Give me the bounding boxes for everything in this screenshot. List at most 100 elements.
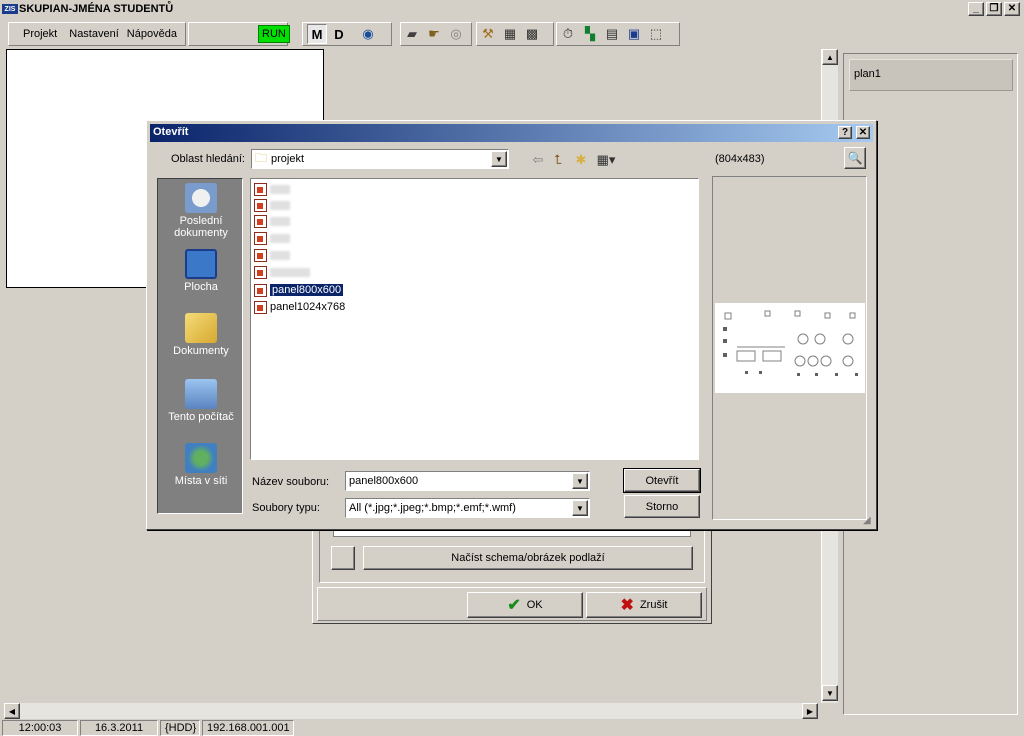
file-name: panel800x600 — [268, 283, 345, 297]
cancel-button-label: Zrušit — [639, 599, 668, 611]
scroll-up-button[interactable]: ▲ — [822, 49, 838, 65]
scroll-left-button[interactable]: ◀ — [4, 703, 20, 719]
file-name: panel1024x768 — [270, 301, 346, 313]
close-window-button[interactable]: ✕ — [1004, 2, 1020, 16]
look-in-label: Oblast hledání: — [171, 153, 245, 165]
place-documents[interactable]: Dokumenty — [158, 313, 244, 357]
storno-button[interactable]: Storno — [624, 495, 700, 518]
file-item-hidden[interactable] — [254, 264, 310, 280]
file-item-selected[interactable]: panel800x600 — [254, 282, 345, 298]
documents-folder-icon — [185, 313, 217, 343]
filename-input[interactable]: panel800x600 ▼ — [345, 471, 590, 491]
image-file-icon — [254, 283, 267, 297]
image-file-icon — [254, 265, 267, 279]
network-icon — [185, 443, 217, 473]
scroll-right-button[interactable]: ▶ — [802, 703, 818, 719]
mode-d-button[interactable]: D — [329, 24, 349, 44]
look-in-value: projekt — [271, 153, 305, 165]
image-file-icon — [254, 198, 267, 212]
view-menu-icon[interactable]: ▦▾ — [596, 150, 616, 170]
image-file-icon — [254, 248, 267, 262]
file-list[interactable]: panel800x600 panel1024x768 — [250, 178, 699, 460]
place-desktop[interactable]: Plocha — [158, 249, 244, 293]
file-item-hidden[interactable] — [254, 230, 290, 246]
x-icon: ✖ — [620, 597, 634, 614]
back-icon[interactable]: ⇦ — [528, 150, 548, 170]
timer-icon[interactable]: ⏱ — [558, 24, 578, 44]
run-group: RUN — [188, 22, 290, 46]
clock-icon — [185, 183, 217, 213]
globe-icon[interactable]: ◉ — [358, 24, 378, 44]
app-title: SKUPIAN-JMÉNA STUDENTŮ — [19, 3, 174, 15]
ok-button[interactable]: ✔ OK — [467, 592, 583, 618]
file-item[interactable]: panel1024x768 — [254, 299, 345, 315]
resize-grip-icon[interactable]: ◢ — [863, 515, 875, 527]
tools-group-1: ▰ ☛ ◎ — [400, 22, 472, 46]
status-bar: 12:00:03 16.3.2011 {HDD} 192.168.001.001 — [0, 720, 1024, 736]
image-file-icon — [254, 214, 267, 228]
chevron-down-icon[interactable]: ▼ — [572, 473, 588, 489]
up-folder-icon[interactable]: ⮤ — [548, 150, 568, 170]
horizontal-scrollbar[interactable]: ◀ ▶ — [4, 703, 818, 719]
document-icon[interactable]: ▤ — [602, 24, 622, 44]
look-in-combo[interactable]: 🗀 projekt ▼ — [251, 149, 509, 169]
chevron-down-icon[interactable]: ▼ — [491, 151, 507, 167]
eraser-icon[interactable]: ▰ — [402, 24, 422, 44]
scroll-down-button[interactable]: ▼ — [822, 685, 838, 701]
bg-color-button[interactable] — [331, 546, 355, 570]
chevron-down-icon[interactable]: ▼ — [572, 500, 588, 516]
file-item-hidden[interactable] — [254, 181, 290, 197]
image-file-icon — [254, 182, 267, 196]
menu-settings[interactable]: Nastavení — [65, 28, 123, 40]
file-item-hidden[interactable] — [254, 247, 290, 263]
chart-icon[interactable]: ▚ — [580, 24, 600, 44]
places-bar: Poslední dokumenty Plocha Dokumenty Tent… — [157, 178, 243, 514]
load-floor-plan-button[interactable]: Načíst schema/obrázek podlaží — [363, 546, 693, 570]
open-file-dialog: Otevřít ? ✕ Oblast hledání: 🗀 projekt ▼ … — [146, 120, 877, 530]
preview-thumbnail — [715, 303, 865, 393]
mode-m-button[interactable]: M — [307, 24, 327, 44]
place-recent[interactable]: Poslední dokumenty — [158, 183, 244, 239]
network-icon[interactable]: ▩ — [522, 24, 542, 44]
filename-label: Název souboru: — [252, 476, 330, 488]
place-network[interactable]: Místa v síti — [158, 443, 244, 487]
image-file-icon — [254, 231, 267, 245]
tools-group-3: ⏱ ▚ ▤ ▣ ⬚ — [556, 22, 680, 46]
open-button[interactable]: Otevřít — [623, 468, 701, 493]
place-computer[interactable]: Tento počítač — [158, 379, 244, 423]
menu-help[interactable]: Nápověda — [123, 28, 181, 40]
select-icon[interactable]: ⬚ — [646, 24, 666, 44]
preview-zoom-icon[interactable]: 🔍 — [844, 147, 866, 169]
bg-field — [333, 529, 691, 537]
dialog-help-button[interactable]: ? — [838, 126, 852, 139]
target-icon[interactable]: ◎ — [446, 24, 466, 44]
tools-group-2: ⚒ ▦ ▩ — [476, 22, 554, 46]
status-time: 12:00:03 — [2, 720, 78, 736]
status-drive: {HDD} — [160, 720, 200, 736]
filetype-value: All (*.jpg;*.jpeg;*.bmp;*.emf;*.wmf) — [349, 502, 516, 514]
image-preview-pane — [712, 176, 867, 520]
run-button[interactable]: RUN — [258, 25, 290, 43]
file-item-hidden[interactable] — [254, 197, 290, 213]
grid-icon[interactable]: ▦ — [500, 24, 520, 44]
dialog-close-button[interactable]: ✕ — [856, 126, 870, 139]
dialog-title: Otevřít — [153, 126, 189, 138]
main-toolbar: Projekt Nastavení Nápověda RUN M D ◉ ▰ ☛… — [0, 20, 1024, 48]
menu-project[interactable]: Projekt — [19, 28, 61, 40]
cancel-button[interactable]: ✖ Zrušit — [586, 592, 702, 618]
pointer-icon[interactable]: ☛ — [424, 24, 444, 44]
file-item-hidden[interactable] — [254, 213, 290, 229]
app-title-bar: ZIS SKUPIAN-JMÉNA STUDENTŮ — [0, 0, 1024, 18]
filetype-select[interactable]: All (*.jpg;*.jpeg;*.bmp;*.emf;*.wmf) ▼ — [345, 498, 590, 518]
hammer-icon[interactable]: ⚒ — [478, 24, 498, 44]
minimize-button[interactable]: _ — [968, 2, 984, 16]
status-date: 16.3.2011 — [80, 720, 158, 736]
plan-list-item[interactable]: plan1 — [849, 59, 1013, 91]
monitor-icon[interactable]: ▣ — [624, 24, 644, 44]
app-icon: ZIS — [2, 4, 18, 14]
restore-button[interactable]: ❐ — [986, 2, 1002, 16]
check-icon: ✔ — [507, 597, 521, 614]
dialog-title-bar: Otevřít — [150, 124, 873, 142]
desktop-icon — [185, 249, 217, 279]
new-folder-icon[interactable]: ✱ — [571, 150, 591, 170]
